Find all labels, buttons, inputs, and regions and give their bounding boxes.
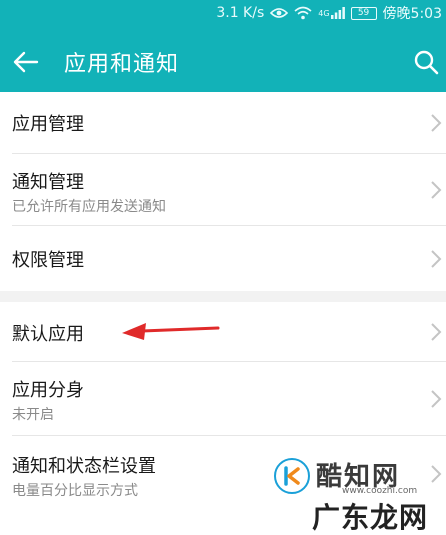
watermark-logo-icon [274, 458, 310, 494]
red-arrow-annotation-icon [122, 323, 220, 340]
item-subtitle: 未开启 [12, 407, 54, 423]
chevron-right-icon [431, 250, 442, 268]
watermark: 酷知网 www.coozhi.com 广东龙网 [268, 452, 446, 535]
item-label: 默认应用 [12, 324, 84, 345]
app-bar: 应用和通知 [0, 30, 446, 92]
network-type: 4G [318, 8, 330, 18]
watermark-url: www.coozhi.com [342, 486, 418, 496]
signal-icon: 4G [318, 7, 345, 19]
item-label: 通知和状态栏设置 [12, 456, 156, 477]
back-button[interactable] [8, 44, 44, 80]
list-item-notification-management[interactable]: 通知管理 已允许所有应用发送通知 [0, 154, 446, 226]
page-title: 应用和通知 [64, 52, 180, 77]
list-item-app-twin[interactable]: 应用分身 未开启 [0, 362, 446, 436]
watermark-subtitle: 广东龙网 [312, 501, 429, 534]
status-bar: 3.1 K/s 4G 59 傍晚5:03 [0, 0, 446, 30]
search-icon [414, 50, 439, 75]
status-icons: 3.1 K/s 4G 59 傍晚5:03 [216, 3, 442, 23]
search-button[interactable] [408, 44, 444, 80]
eye-icon [270, 7, 289, 19]
chevron-right-icon [431, 390, 442, 408]
item-label: 权限管理 [12, 250, 84, 271]
battery-level: 59 [357, 7, 370, 18]
item-label: 应用管理 [12, 114, 84, 135]
battery-icon: 59 [350, 6, 377, 20]
wifi-icon [294, 6, 312, 20]
chevron-right-icon [431, 323, 442, 341]
clock: 傍晚5:03 [382, 6, 442, 22]
list-item-permission-management[interactable]: 权限管理 [0, 226, 446, 291]
arrow-left-icon [13, 51, 39, 73]
list-item-app-management[interactable]: 应用管理 [0, 92, 446, 154]
item-label: 应用分身 [12, 380, 84, 401]
chevron-right-icon [431, 114, 442, 132]
chevron-right-icon [431, 181, 442, 199]
network-speed: 3.1 K/s [216, 5, 265, 21]
list-item-default-apps[interactable]: 默认应用 [0, 302, 446, 362]
settings-group-1: 应用管理 通知管理 已允许所有应用发送通知 权限管理 [0, 92, 446, 291]
item-subtitle: 已允许所有应用发送通知 [12, 199, 166, 215]
item-label: 通知管理 [12, 172, 84, 193]
item-subtitle: 电量百分比显示方式 [12, 483, 138, 499]
settings-screen: 3.1 K/s 4G 59 傍晚5:03 应用和通知 应用管理 通知管理 已允许… [0, 0, 446, 535]
